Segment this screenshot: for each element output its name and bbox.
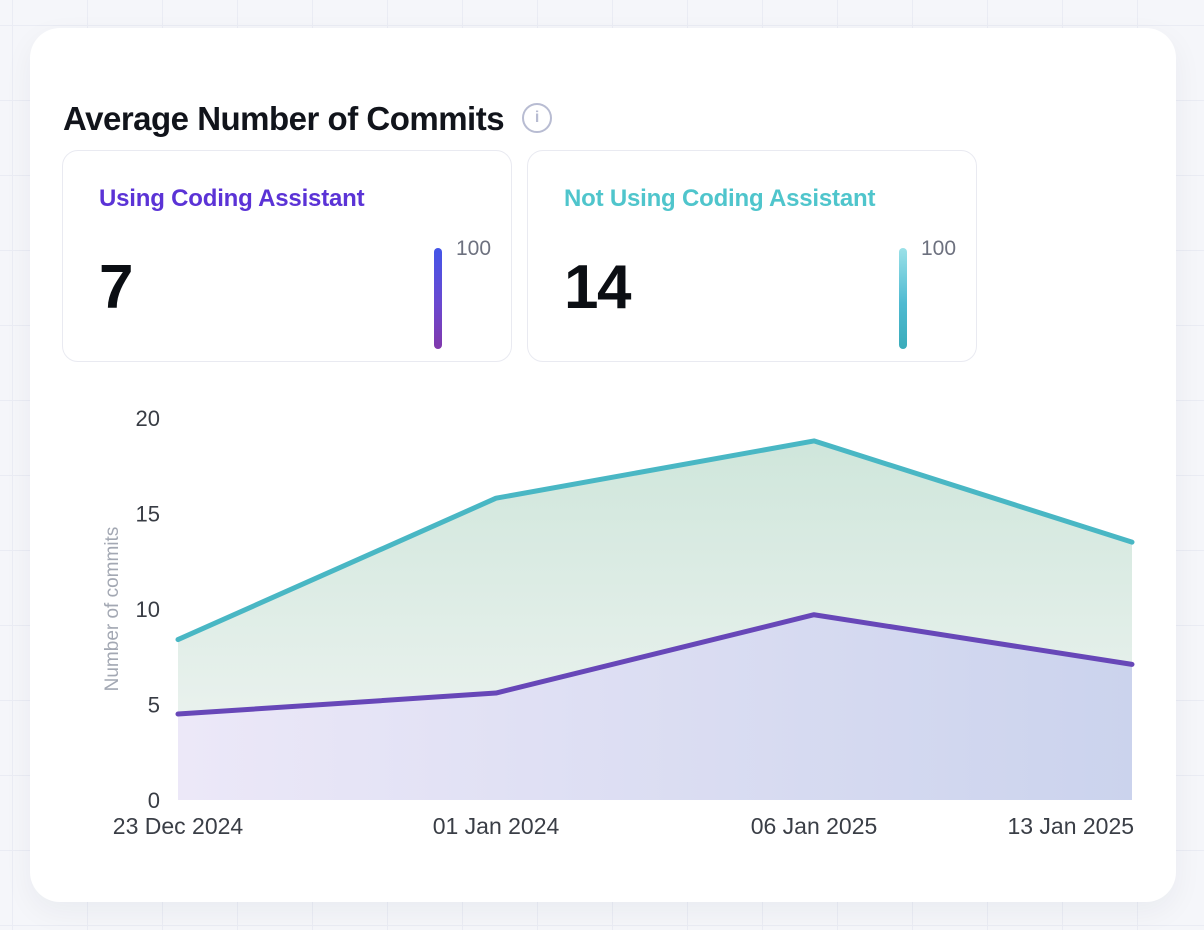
gauge-bar — [899, 248, 907, 349]
stat-title: Using Coding Assistant — [99, 185, 364, 213]
stat-value: 7 — [99, 257, 132, 319]
x-tick-label: 13 Jan 2025 — [1007, 813, 1134, 839]
y-tick-label: 20 — [136, 406, 160, 431]
info-icon[interactable]: i — [522, 103, 552, 133]
commits-chart[interactable]: 0 5 10 15 20 Number of commits 23 Dec 2024 01 J… — [30, 390, 1176, 860]
commits-card: Average Number of Commits i Using Coding… — [30, 28, 1176, 902]
x-tick-label: 06 Jan 2025 — [751, 813, 878, 839]
gauge-max-label: 100 — [921, 237, 956, 261]
x-tick-label: 01 Jan 2024 — [433, 813, 560, 839]
card-header: Average Number of Commits i — [63, 98, 552, 138]
y-tick-label: 15 — [136, 502, 160, 527]
y-tick-label: 10 — [136, 597, 160, 622]
x-tick-label: 23 Dec 2024 — [113, 813, 244, 839]
commits-area-chart[interactable]: 0 5 10 15 20 Number of commits 23 Dec 2024 01 J… — [30, 390, 1176, 860]
gauge-max-label: 100 — [456, 237, 491, 261]
stat-card-not-using-assistant: Not Using Coding Assistant 14 100 — [527, 150, 977, 362]
y-axis-label: Number of commits — [102, 527, 123, 692]
stats-row: Using Coding Assistant 7 100 Not Using C… — [62, 150, 977, 362]
stat-value: 14 — [564, 257, 630, 319]
y-tick-label: 0 — [148, 788, 160, 813]
stat-card-using-assistant: Using Coding Assistant 7 100 — [62, 150, 512, 362]
gauge-bar — [434, 248, 442, 349]
info-icon-glyph: i — [535, 110, 539, 126]
stat-title: Not Using Coding Assistant — [564, 185, 875, 213]
y-tick-label: 5 — [148, 693, 160, 718]
page-title: Average Number of Commits — [63, 102, 504, 135]
